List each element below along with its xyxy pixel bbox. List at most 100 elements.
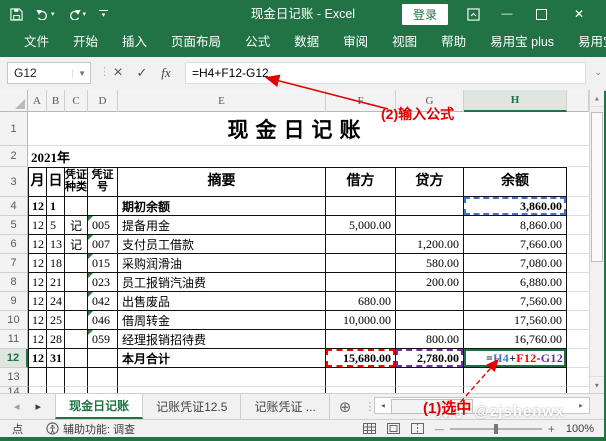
- cell-B6[interactable]: 13: [47, 235, 65, 254]
- year-cell[interactable]: 2021年: [28, 146, 567, 167]
- ribbon-tab-插入[interactable]: 插入: [110, 28, 159, 57]
- cell-D12[interactable]: [88, 349, 118, 368]
- zoom-out-icon[interactable]: [435, 423, 444, 435]
- ribbon-tab-视图[interactable]: 视图: [380, 28, 429, 57]
- sheet-tab-记账凭证12.5[interactable]: 记账凭证12.5: [143, 394, 241, 419]
- row-header-13[interactable]: 13: [0, 368, 28, 387]
- page-break-preview-icon[interactable]: [411, 423, 424, 434]
- cell-A11[interactable]: 12: [28, 330, 47, 349]
- cell-B12[interactable]: 31: [47, 349, 65, 368]
- cell-G7[interactable]: 580.00: [396, 254, 464, 273]
- zoom-thumb[interactable]: [494, 424, 498, 434]
- ribbon-tab-公式[interactable]: 公式: [233, 28, 282, 57]
- row-header-5[interactable]: 5: [0, 216, 28, 235]
- cell-E9[interactable]: 出售废品: [118, 292, 326, 311]
- cell-C7[interactable]: [65, 254, 88, 273]
- scroll-up-icon[interactable]: [590, 90, 604, 107]
- cell-E7[interactable]: 采购润滑油: [118, 254, 326, 273]
- cell-G13[interactable]: [396, 368, 464, 387]
- cell-D7[interactable]: 015: [88, 254, 118, 273]
- redo-icon[interactable]: ▾: [68, 9, 87, 20]
- undo-caret-icon[interactable]: ▾: [51, 11, 55, 18]
- row-header-12[interactable]: 12: [0, 349, 28, 368]
- cell-C4[interactable]: [65, 197, 88, 216]
- cell-G9[interactable]: [396, 292, 464, 311]
- table-header-A[interactable]: 月: [28, 167, 47, 197]
- table-header-H[interactable]: 余额: [464, 167, 567, 197]
- scroll-right-icon[interactable]: [575, 399, 587, 412]
- cell-F13[interactable]: [326, 368, 396, 387]
- cell-B11[interactable]: 28: [47, 330, 65, 349]
- cell-G12[interactable]: 2,780.00: [396, 349, 464, 368]
- select-all-corner[interactable]: [0, 90, 28, 112]
- table-header-F[interactable]: 借方: [326, 167, 396, 197]
- name-box[interactable]: G12 ▼: [7, 62, 91, 84]
- zoom-level[interactable]: 100%: [566, 423, 594, 435]
- cell-F7[interactable]: [326, 254, 396, 273]
- formula-input[interactable]: =H4+F12-G12: [185, 62, 586, 84]
- horizontal-scrollbar[interactable]: [374, 397, 590, 414]
- cell-H4[interactable]: 3,860.00: [464, 197, 567, 216]
- scroll-down-icon[interactable]: [590, 376, 604, 393]
- cell-F12[interactable]: 15,680.00: [326, 349, 396, 368]
- table-header-C[interactable]: 凭证 种类: [65, 167, 88, 197]
- cell-F5[interactable]: 5,000.00: [326, 216, 396, 235]
- column-header-C[interactable]: C: [65, 90, 88, 112]
- vertical-scroll-thumb[interactable]: [591, 112, 603, 262]
- cell-D13[interactable]: [88, 368, 118, 387]
- cell-H10[interactable]: 17,560.00: [464, 311, 567, 330]
- cell-B5[interactable]: 5: [47, 216, 65, 235]
- cell-E13[interactable]: [118, 368, 326, 387]
- cell-H7[interactable]: 7,080.00: [464, 254, 567, 273]
- cell-A13[interactable]: [28, 368, 47, 387]
- name-box-dropdown-icon[interactable]: ▼: [72, 69, 90, 78]
- cell-H8[interactable]: 6,880.00: [464, 273, 567, 292]
- enter-entry-icon[interactable]: [132, 63, 152, 83]
- cell-G11[interactable]: 800.00: [396, 330, 464, 349]
- ribbon-tab-开始[interactable]: 开始: [61, 28, 110, 57]
- zoom-slider[interactable]: [435, 422, 555, 436]
- cell-B9[interactable]: 24: [47, 292, 65, 311]
- cell-F4[interactable]: [326, 197, 396, 216]
- row-header-2[interactable]: 2: [0, 146, 28, 167]
- cell-D9[interactable]: 042: [88, 292, 118, 311]
- row-header-4[interactable]: 4: [0, 197, 28, 216]
- login-button[interactable]: 登录: [402, 4, 448, 25]
- cell-F8[interactable]: [326, 273, 396, 292]
- row-header-6[interactable]: 6: [0, 235, 28, 254]
- zoom-in-icon[interactable]: [548, 422, 555, 436]
- cell-F9[interactable]: 680.00: [326, 292, 396, 311]
- cell-C9[interactable]: [65, 292, 88, 311]
- cell-D11[interactable]: 059: [88, 330, 118, 349]
- accessibility-status[interactable]: 辅助功能: 调查: [46, 421, 135, 437]
- cell-C6[interactable]: 记: [65, 235, 88, 254]
- cell-C11[interactable]: [65, 330, 88, 349]
- ribbon-tab-易用宝[interactable]: 易用宝: [566, 28, 606, 57]
- row-header-3[interactable]: 3: [0, 167, 28, 197]
- cell-F10[interactable]: 10,000.00: [326, 311, 396, 330]
- cell-H5[interactable]: 8,860.00: [464, 216, 567, 235]
- normal-view-icon[interactable]: [363, 423, 376, 434]
- close-button[interactable]: [564, 0, 594, 28]
- cell-C5[interactable]: 记: [65, 216, 88, 235]
- cell-C12[interactable]: [65, 349, 88, 368]
- cell-H13[interactable]: [464, 368, 567, 387]
- table-header-E[interactable]: 摘要: [118, 167, 326, 197]
- save-icon[interactable]: [10, 8, 23, 21]
- sheet-tab-记账凭证 ...[interactable]: 记账凭证 ...: [241, 394, 329, 419]
- column-header-E[interactable]: E: [118, 90, 326, 112]
- cell-B7[interactable]: 18: [47, 254, 65, 273]
- cell-H11[interactable]: 16,760.00: [464, 330, 567, 349]
- cell-A5[interactable]: 12: [28, 216, 47, 235]
- ribbon-tab-文件[interactable]: 文件: [12, 28, 61, 57]
- row-header-7[interactable]: 7: [0, 254, 28, 273]
- cell-G6[interactable]: 1,200.00: [396, 235, 464, 254]
- cell-C8[interactable]: [65, 273, 88, 292]
- cell-C13[interactable]: [65, 368, 88, 387]
- cell-D8[interactable]: 023: [88, 273, 118, 292]
- table-header-G[interactable]: 贷方: [396, 167, 464, 197]
- cell-G4[interactable]: [396, 197, 464, 216]
- column-header-F[interactable]: F: [326, 90, 396, 112]
- ribbon-tab-帮助[interactable]: 帮助: [429, 28, 478, 57]
- row-header-9[interactable]: 9: [0, 292, 28, 311]
